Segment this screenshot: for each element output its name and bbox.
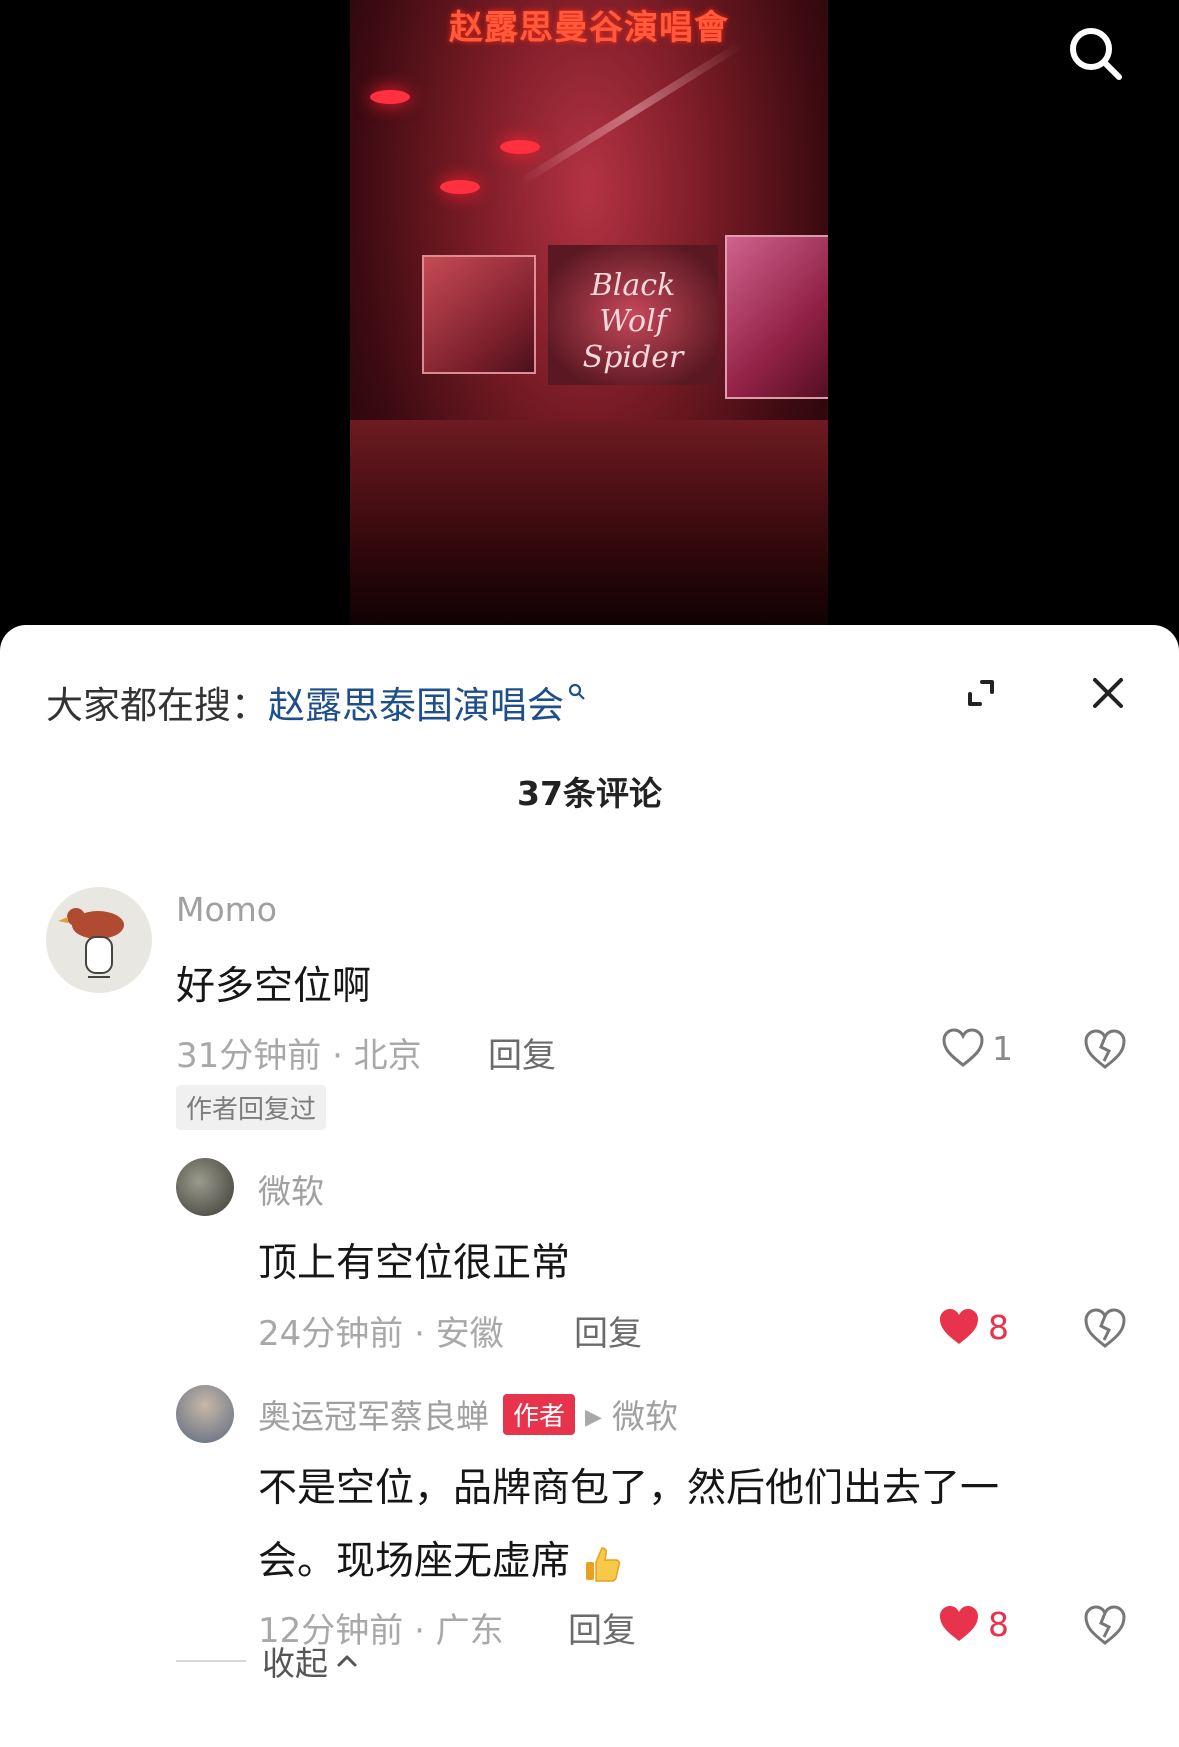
stage-logo-line1: Black: [590, 268, 676, 303]
divider: [176, 1660, 246, 1662]
comment-text-line2: 会。现场座无虚席: [258, 1539, 571, 1584]
avatar[interactable]: [176, 1158, 234, 1216]
stage-light: [370, 90, 410, 104]
comment-username[interactable]: 奥运冠军蔡良蝉: [258, 1397, 489, 1436]
dislike-button[interactable]: [1082, 1306, 1128, 1352]
reply-button[interactable]: 回复: [488, 1028, 556, 1077]
comment-text: 好多空位啊: [176, 964, 372, 1009]
chevron-up-icon: [337, 1655, 357, 1667]
hot-search-bar[interactable]: 大家都在搜： 赵露思泰国演唱会: [46, 675, 586, 729]
heart-filled-icon: [940, 1309, 978, 1344]
hot-search-label: 大家都在搜：: [46, 684, 268, 727]
comment-time-location: 24分钟前 · 安徽: [258, 1314, 504, 1354]
mini-search-icon: [568, 682, 586, 707]
dislike-icon: [1084, 1029, 1126, 1069]
expand-button[interactable]: [958, 670, 1004, 716]
video-title: 赵露思曼谷演唱會: [449, 8, 729, 48]
reply-arrow-icon: ▶: [585, 1405, 602, 1430]
comment-text: 顶上有空位很正常: [258, 1241, 571, 1286]
duck-avatar-icon: [58, 908, 124, 978]
stage-floor: [350, 420, 828, 625]
video-frame[interactable]: Black Wolf Spider 赵露思曼谷演唱會: [350, 0, 828, 625]
stage-light: [440, 180, 480, 194]
comment-text-line1: 不是空位，品牌商包了，然后他们出去了一: [258, 1466, 1000, 1511]
stage-logo-line2: Wolf Spider: [582, 304, 684, 375]
like-button[interactable]: 1: [940, 1027, 1013, 1069]
search-button[interactable]: [1060, 18, 1130, 88]
comment-count: 37条评论: [517, 774, 662, 813]
heart-filled-icon: [940, 1606, 978, 1641]
stage-light: [500, 140, 540, 154]
avatar[interactable]: [46, 887, 152, 993]
comment-time-location: 31分钟前 · 北京: [176, 1036, 422, 1076]
reply-button[interactable]: 回复: [568, 1603, 636, 1652]
reply-button[interactable]: 回复: [574, 1306, 642, 1355]
close-icon: [1093, 678, 1123, 708]
collapse-label: 收起: [262, 1644, 328, 1683]
like-count: 8: [988, 1604, 1009, 1644]
comment-sheet: 大家都在搜： 赵露思泰国演唱会 37条评论 Momo 好多空位啊 31分钟前 ·…: [0, 625, 1179, 1747]
thumbs-up-icon: [586, 1546, 621, 1582]
collapse-replies-button[interactable]: 收起: [176, 1637, 362, 1685]
reply-to-username[interactable]: 微软: [612, 1397, 678, 1436]
dislike-button[interactable]: [1082, 1027, 1128, 1073]
stage-left-screen: [422, 255, 536, 374]
expand-icon: [968, 680, 994, 706]
comment-username[interactable]: Momo: [176, 890, 277, 929]
like-button[interactable]: 8: [936, 1306, 1009, 1348]
dislike-icon: [1084, 1308, 1126, 1348]
heart-icon: [942, 1028, 984, 1067]
light-beam: [517, 41, 743, 187]
close-button[interactable]: [1085, 670, 1131, 716]
like-count: 1: [992, 1028, 1013, 1068]
like-button[interactable]: 8: [936, 1603, 1009, 1645]
author-tag: 作者: [503, 1394, 576, 1435]
stage-logo: Black Wolf Spider: [548, 268, 718, 376]
stage-right-screen: [725, 235, 828, 399]
hot-search-keyword[interactable]: 赵露思泰国演唱会: [268, 675, 564, 729]
author-replied-badge: 作者回复过: [176, 1085, 327, 1130]
dislike-icon: [1084, 1605, 1126, 1645]
comment-text-line2-row: 会。现场座无虚席: [258, 1530, 622, 1586]
search-icon: [1070, 28, 1122, 80]
video-player[interactable]: Black Wolf Spider 赵露思曼谷演唱會: [0, 0, 1179, 640]
comment-username[interactable]: 微软: [258, 1165, 324, 1213]
avatar[interactable]: [176, 1385, 234, 1443]
dislike-button[interactable]: [1082, 1603, 1128, 1649]
comment-username-row: 奥运冠军蔡良蝉 作者 ▶ 微软: [258, 1390, 678, 1438]
like-count: 8: [988, 1307, 1009, 1347]
